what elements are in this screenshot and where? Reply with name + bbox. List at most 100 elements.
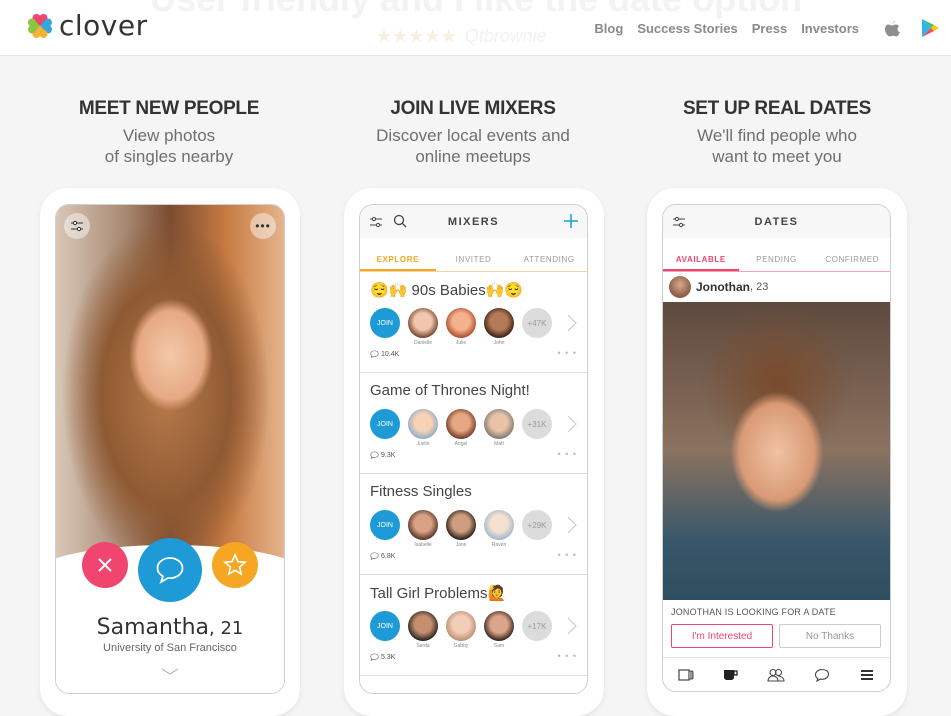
filter-button[interactable] [64, 213, 90, 239]
expand-profile-button[interactable] [161, 663, 179, 681]
member-name: Sarda [416, 643, 430, 649]
chat-button[interactable] [138, 538, 202, 602]
star-icon [223, 553, 247, 576]
mixer-more-options[interactable]: • • • [558, 651, 577, 661]
comment-icon [370, 552, 379, 560]
add-mixer-button[interactable] [563, 213, 579, 234]
more-options-button[interactable]: ••• [250, 213, 276, 239]
pass-button[interactable] [82, 542, 128, 588]
date-candidate-header[interactable]: Jonothan, 23 [669, 276, 768, 298]
no-thanks-button[interactable]: No Thanks [779, 624, 881, 648]
more-members-count[interactable]: +47K [522, 308, 552, 338]
tab-attending[interactable]: ATTENDING [511, 250, 587, 271]
interested-button[interactable]: I'm Interested [671, 624, 773, 648]
tab-pending[interactable]: PENDING [739, 250, 815, 271]
tab-explore[interactable]: EXPLORE [360, 250, 436, 271]
member-avatar[interactable] [446, 611, 476, 641]
member-name: Matt [494, 441, 504, 447]
subtitle-line: of singles nearby [104, 147, 234, 166]
mixer-more-options[interactable]: • • • [558, 550, 577, 560]
member-avatar[interactable] [446, 510, 476, 540]
comment-count-value: 9.3K [381, 451, 396, 459]
chevron-right-icon[interactable] [566, 314, 578, 332]
mixer-more-options[interactable]: • • • [558, 449, 577, 459]
mixers-title: MIXERS [447, 216, 500, 228]
tab-invited[interactable]: INVITED [436, 250, 512, 271]
plus-icon [564, 214, 578, 228]
super-like-button[interactable] [212, 542, 258, 588]
profile-school: University of San Francisco [103, 642, 237, 654]
member-name: Raven [491, 542, 507, 548]
join-button[interactable]: JOIN [370, 611, 400, 641]
mixer-item[interactable]: Tall Girl Problems🙋 JOIN Sarda Gabby Sam +17K… [360, 575, 587, 676]
google-play-icon[interactable] [919, 17, 941, 39]
clover-logo[interactable]: clover [25, 9, 148, 42]
member-avatar[interactable] [484, 510, 514, 540]
menu-icon [861, 669, 874, 680]
nav-coffee[interactable] [722, 666, 740, 684]
comment-count: 6.8K [370, 552, 395, 560]
member-avatar[interactable] [408, 611, 438, 641]
chevron-down-icon [161, 668, 179, 675]
feature-title-mixers: JOIN LIVE MIXERS [390, 98, 556, 119]
mixer-title: Game of Thrones Night! [370, 382, 530, 399]
feature-subtitle-meet: View photos of singles nearby [39, 125, 299, 167]
nav-menu[interactable] [858, 666, 876, 684]
chevron-right-icon[interactable] [566, 617, 578, 635]
member-name: Sam [493, 643, 505, 649]
chevron-right-icon[interactable] [566, 516, 578, 534]
mixer-title: 😌🙌 90s Babies🙌😌 [370, 282, 524, 299]
coffee-cup-icon [724, 669, 738, 680]
nav-press[interactable]: Press [752, 21, 787, 36]
member-name: Danielle [413, 340, 433, 346]
phone-mockup-dates: DATES AVAILABLE PENDING CONFIRMED Jonoth… [647, 188, 907, 716]
more-members-count[interactable]: +17K [522, 611, 552, 641]
nav-chat[interactable] [813, 666, 831, 684]
mixer-item[interactable]: Fitness Singles JOIN Isabelle Jane Raven +29K… [360, 474, 587, 575]
comment-count-value: 5.3K [381, 653, 396, 661]
subtitle-line: want to meet you [712, 147, 842, 166]
feature-title-dates: SET UP REAL DATES [682, 98, 872, 119]
join-button[interactable]: JOIN [370, 510, 400, 540]
member-avatar[interactable] [408, 308, 438, 338]
candidate-avatar [669, 276, 691, 298]
tab-available[interactable]: AVAILABLE [663, 250, 739, 271]
nav-investors[interactable]: Investors [801, 21, 859, 36]
member-avatar[interactable] [446, 409, 476, 439]
ghost-review-rating: ★★★★★ Qtbrownie [376, 26, 547, 47]
tab-confirmed[interactable]: CONFIRMED [814, 250, 890, 271]
chat-icon [814, 668, 829, 682]
member-name: Angel [454, 441, 468, 447]
mixer-more-options[interactable]: • • • [558, 348, 577, 358]
phone-mockup-mixers: MIXERS EXPLORE INVITED ATTENDING 😌🙌 90s … [344, 188, 604, 716]
member-avatar[interactable] [408, 510, 438, 540]
member-name: Justin [416, 441, 430, 447]
looking-for-date-text: JONOTHAN IS LOOKING FOR A DATE [671, 607, 836, 617]
mixer-title: Tall Girl Problems🙋 [370, 585, 507, 602]
reviewer-name: Qtbrownie [464, 26, 547, 46]
more-members-count[interactable]: +29K [522, 510, 552, 540]
member-avatar[interactable] [484, 308, 514, 338]
member-avatar[interactable] [446, 308, 476, 338]
member-avatar[interactable] [484, 611, 514, 641]
apple-app-store-icon[interactable] [881, 17, 903, 39]
nav-cards[interactable] [677, 666, 695, 684]
chat-bubble-icon [156, 557, 184, 584]
comment-count-value: 6.8K [381, 552, 396, 560]
chevron-right-icon[interactable] [566, 415, 578, 433]
join-button[interactable]: JOIN [370, 308, 400, 338]
more-members-count[interactable]: +31K [522, 409, 552, 439]
member-avatar[interactable] [484, 409, 514, 439]
member-avatar[interactable] [408, 409, 438, 439]
subtitle-line: View photos [122, 126, 216, 145]
nav-success-stories[interactable]: Success Stories [637, 21, 737, 36]
nav-blog[interactable]: Blog [594, 21, 623, 36]
mixer-item[interactable]: Game of Thrones Night! JOIN Justin Angel Mat… [360, 373, 587, 474]
candidate-age: , 23 [750, 281, 769, 293]
join-button[interactable]: JOIN [370, 409, 400, 439]
feature-subtitle-mixers: Discover local events and online meetups [343, 125, 603, 167]
clover-logo-icon [28, 13, 52, 38]
feature-subtitle-dates: We'll find people who want to meet you [647, 125, 907, 167]
nav-people[interactable] [767, 666, 785, 684]
mixer-item[interactable]: 😌🙌 90s Babies🙌😌 JOIN Danielle Julie John +47K… [360, 272, 587, 373]
